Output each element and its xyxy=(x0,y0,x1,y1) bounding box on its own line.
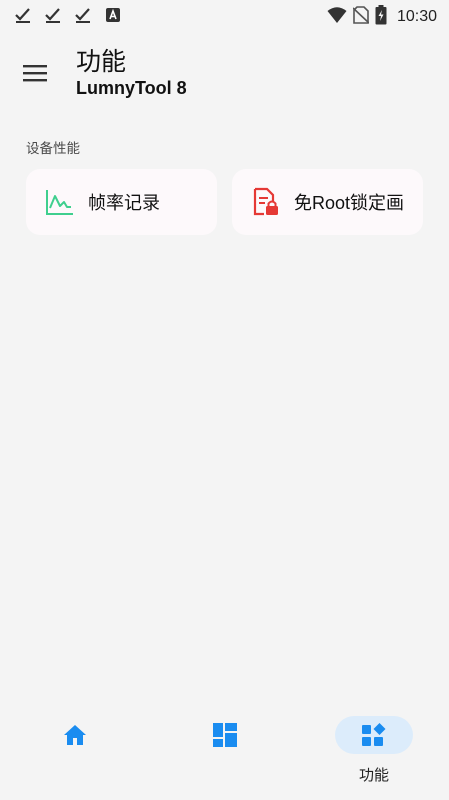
nav-pill xyxy=(186,716,264,754)
nav-pill xyxy=(36,716,114,754)
page-title: 功能 xyxy=(76,47,127,76)
status-bar-system: 10:30 xyxy=(327,5,437,29)
app-subtitle: LumnyTool 8 xyxy=(76,78,187,98)
nav-functions[interactable]: 功能 xyxy=(334,716,414,786)
nav-label: 功能 xyxy=(358,766,389,784)
status-bar: 10:30 xyxy=(0,0,449,32)
nav-dashboard[interactable] xyxy=(185,716,265,786)
check-download-icon xyxy=(14,6,32,24)
app-header: 功能 LumnyTool 8 xyxy=(0,38,449,108)
bottom-navigation: 功能 xyxy=(0,700,449,800)
check-download-icon xyxy=(44,6,62,24)
check-download-icon xyxy=(74,6,92,24)
section-label-device-performance: 设备性能 xyxy=(26,141,80,157)
app-notification-icon xyxy=(104,6,122,24)
card-label: 帧率记录 xyxy=(88,193,160,214)
no-sim-icon xyxy=(352,6,370,28)
card-label: 免Root锁定画 xyxy=(294,193,405,213)
wifi-icon xyxy=(327,6,347,28)
status-bar-notifications xyxy=(14,6,122,24)
line-chart-icon xyxy=(44,186,76,218)
frame-rate-record-card[interactable]: 帧率记录 xyxy=(26,169,217,235)
home-icon xyxy=(64,725,86,745)
menu-button[interactable] xyxy=(18,56,52,90)
battery-charging-icon xyxy=(375,5,387,29)
nav-home[interactable] xyxy=(35,716,115,786)
status-time: 10:30 xyxy=(396,8,437,25)
grid-icon xyxy=(213,723,237,747)
nav-active-pill xyxy=(335,716,413,754)
rootless-lock-card[interactable]: 免Root锁定画 xyxy=(232,169,423,235)
hamburger-menu-icon xyxy=(23,65,47,82)
widgets-icon xyxy=(362,723,386,746)
document-lock-icon xyxy=(250,186,282,218)
